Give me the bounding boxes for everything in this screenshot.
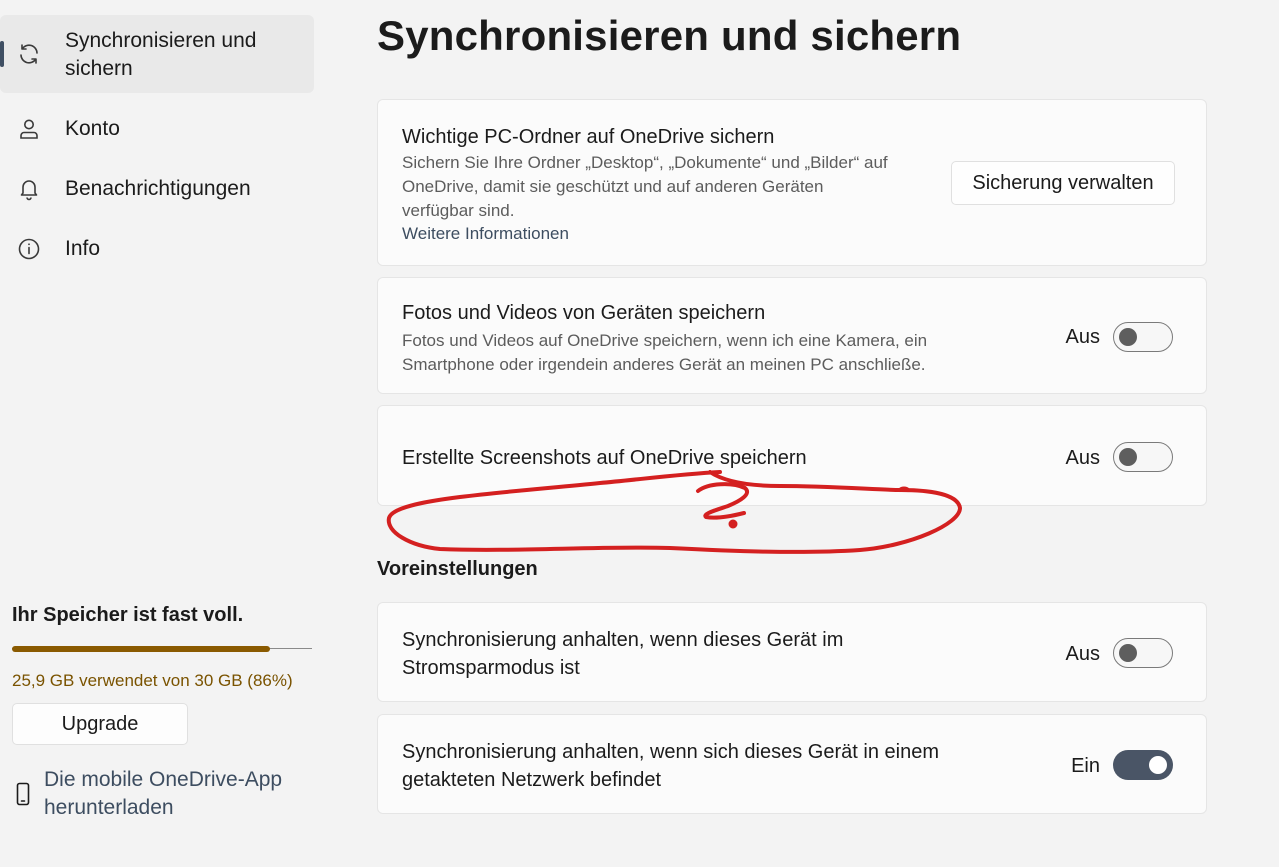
card-description-line: Fotos und Videos auf OneDrive speichern,…	[402, 331, 928, 350]
manage-backup-button[interactable]: Sicherung verwalten	[951, 161, 1175, 205]
sidebar-item-notifications[interactable]: Benachrichtigungen	[0, 166, 314, 212]
toggle-knob	[1119, 644, 1137, 662]
sidebar-item-label: Info	[65, 237, 101, 260]
toggle-state-label: Aus	[1065, 326, 1100, 348]
photos-videos-card: Fotos und Videos von Geräten speichern F…	[377, 277, 1207, 394]
card-title-line: Stromsparmodus ist	[402, 657, 580, 679]
storage-warning-title: Ihr Speicher ist fast voll.	[12, 604, 244, 626]
card-title: Erstellte Screenshots auf OneDrive speic…	[402, 447, 807, 469]
card-description-line: verfügbar sind.	[402, 201, 515, 220]
card-title: Synchronisierung anhalten, wenn sich die…	[402, 738, 939, 794]
person-icon	[20, 119, 38, 139]
card-title-line: Synchronisierung anhalten, wenn dieses G…	[402, 629, 844, 651]
battery-saver-toggle[interactable]	[1113, 638, 1173, 668]
card-description-line: Sichern Sie Ihre Ordner „Desktop“, „Doku…	[402, 153, 888, 172]
metered-network-toggle[interactable]	[1113, 750, 1173, 780]
toggle-state-label: Aus	[1065, 643, 1100, 665]
bell-icon	[20, 180, 38, 201]
metered-network-card: Synchronisierung anhalten, wenn sich die…	[377, 714, 1207, 814]
toggle-knob	[1119, 328, 1137, 346]
screenshots-toggle[interactable]	[1113, 442, 1173, 472]
learn-more-link[interactable]: Weitere Informationen	[402, 224, 569, 244]
preferences-heading: Voreinstellungen	[377, 558, 538, 580]
sidebar-item-label: Synchronisieren und sichern	[65, 29, 257, 80]
active-indicator	[0, 41, 4, 67]
storage-bar-fill	[12, 646, 270, 652]
toggle-state-label: Aus	[1065, 447, 1100, 469]
mobile-link-line1: Die mobile OneDrive-App	[44, 768, 283, 791]
card-title: Synchronisierung anhalten, wenn dieses G…	[402, 626, 843, 682]
card-title: Wichtige PC-Ordner auf OneDrive sichern	[402, 126, 775, 148]
sidebar-item-info[interactable]: Info	[0, 226, 314, 272]
card-title: Fotos und Videos von Geräten speichern	[402, 302, 766, 324]
mobile-app-link[interactable]: Die mobile OneDrive-App herunterladen	[12, 766, 312, 826]
toggle-knob	[1149, 756, 1167, 774]
card-description: Fotos und Videos auf OneDrive speichern,…	[402, 329, 927, 377]
battery-saver-card: Synchronisierung anhalten, wenn dieses G…	[377, 602, 1207, 702]
screenshots-card: Erstellte Screenshots auf OneDrive speic…	[377, 405, 1207, 506]
upgrade-button[interactable]: Upgrade	[12, 703, 188, 745]
card-description: Sichern Sie Ihre Ordner „Desktop“, „Doku…	[402, 151, 888, 223]
sidebar: Synchronisieren und sichern Konto Benach…	[0, 0, 330, 867]
sidebar-item-account[interactable]: Konto	[0, 106, 314, 152]
mobile-link-line2: herunterladen	[44, 796, 174, 819]
photos-videos-toggle[interactable]	[1113, 322, 1173, 352]
card-title-line: Synchronisierung anhalten, wenn sich die…	[402, 741, 939, 763]
sidebar-item-label: Benachrichtigungen	[65, 177, 251, 200]
sync-icon	[20, 44, 38, 64]
page-title: Synchronisieren und sichern	[377, 12, 962, 59]
sidebar-item-sync-backup[interactable]: Synchronisieren und sichern	[0, 15, 314, 93]
info-icon	[18, 238, 40, 260]
card-description-line: OneDrive, damit sie geschützt und auf an…	[402, 177, 824, 196]
card-description-line: Smartphone oder irgendein anderes Gerät …	[402, 355, 926, 374]
toggle-knob	[1119, 448, 1137, 466]
backup-folders-card: Wichtige PC-Ordner auf OneDrive sichern …	[377, 99, 1207, 266]
sidebar-item-label: Konto	[65, 117, 120, 140]
storage-usage-text: 25,9 GB verwendet von 30 GB (86%)	[12, 671, 293, 690]
toggle-state-label: Ein	[1071, 755, 1100, 777]
phone-icon	[16, 782, 30, 806]
card-title-line: getakteten Netzwerk befindet	[402, 769, 662, 791]
